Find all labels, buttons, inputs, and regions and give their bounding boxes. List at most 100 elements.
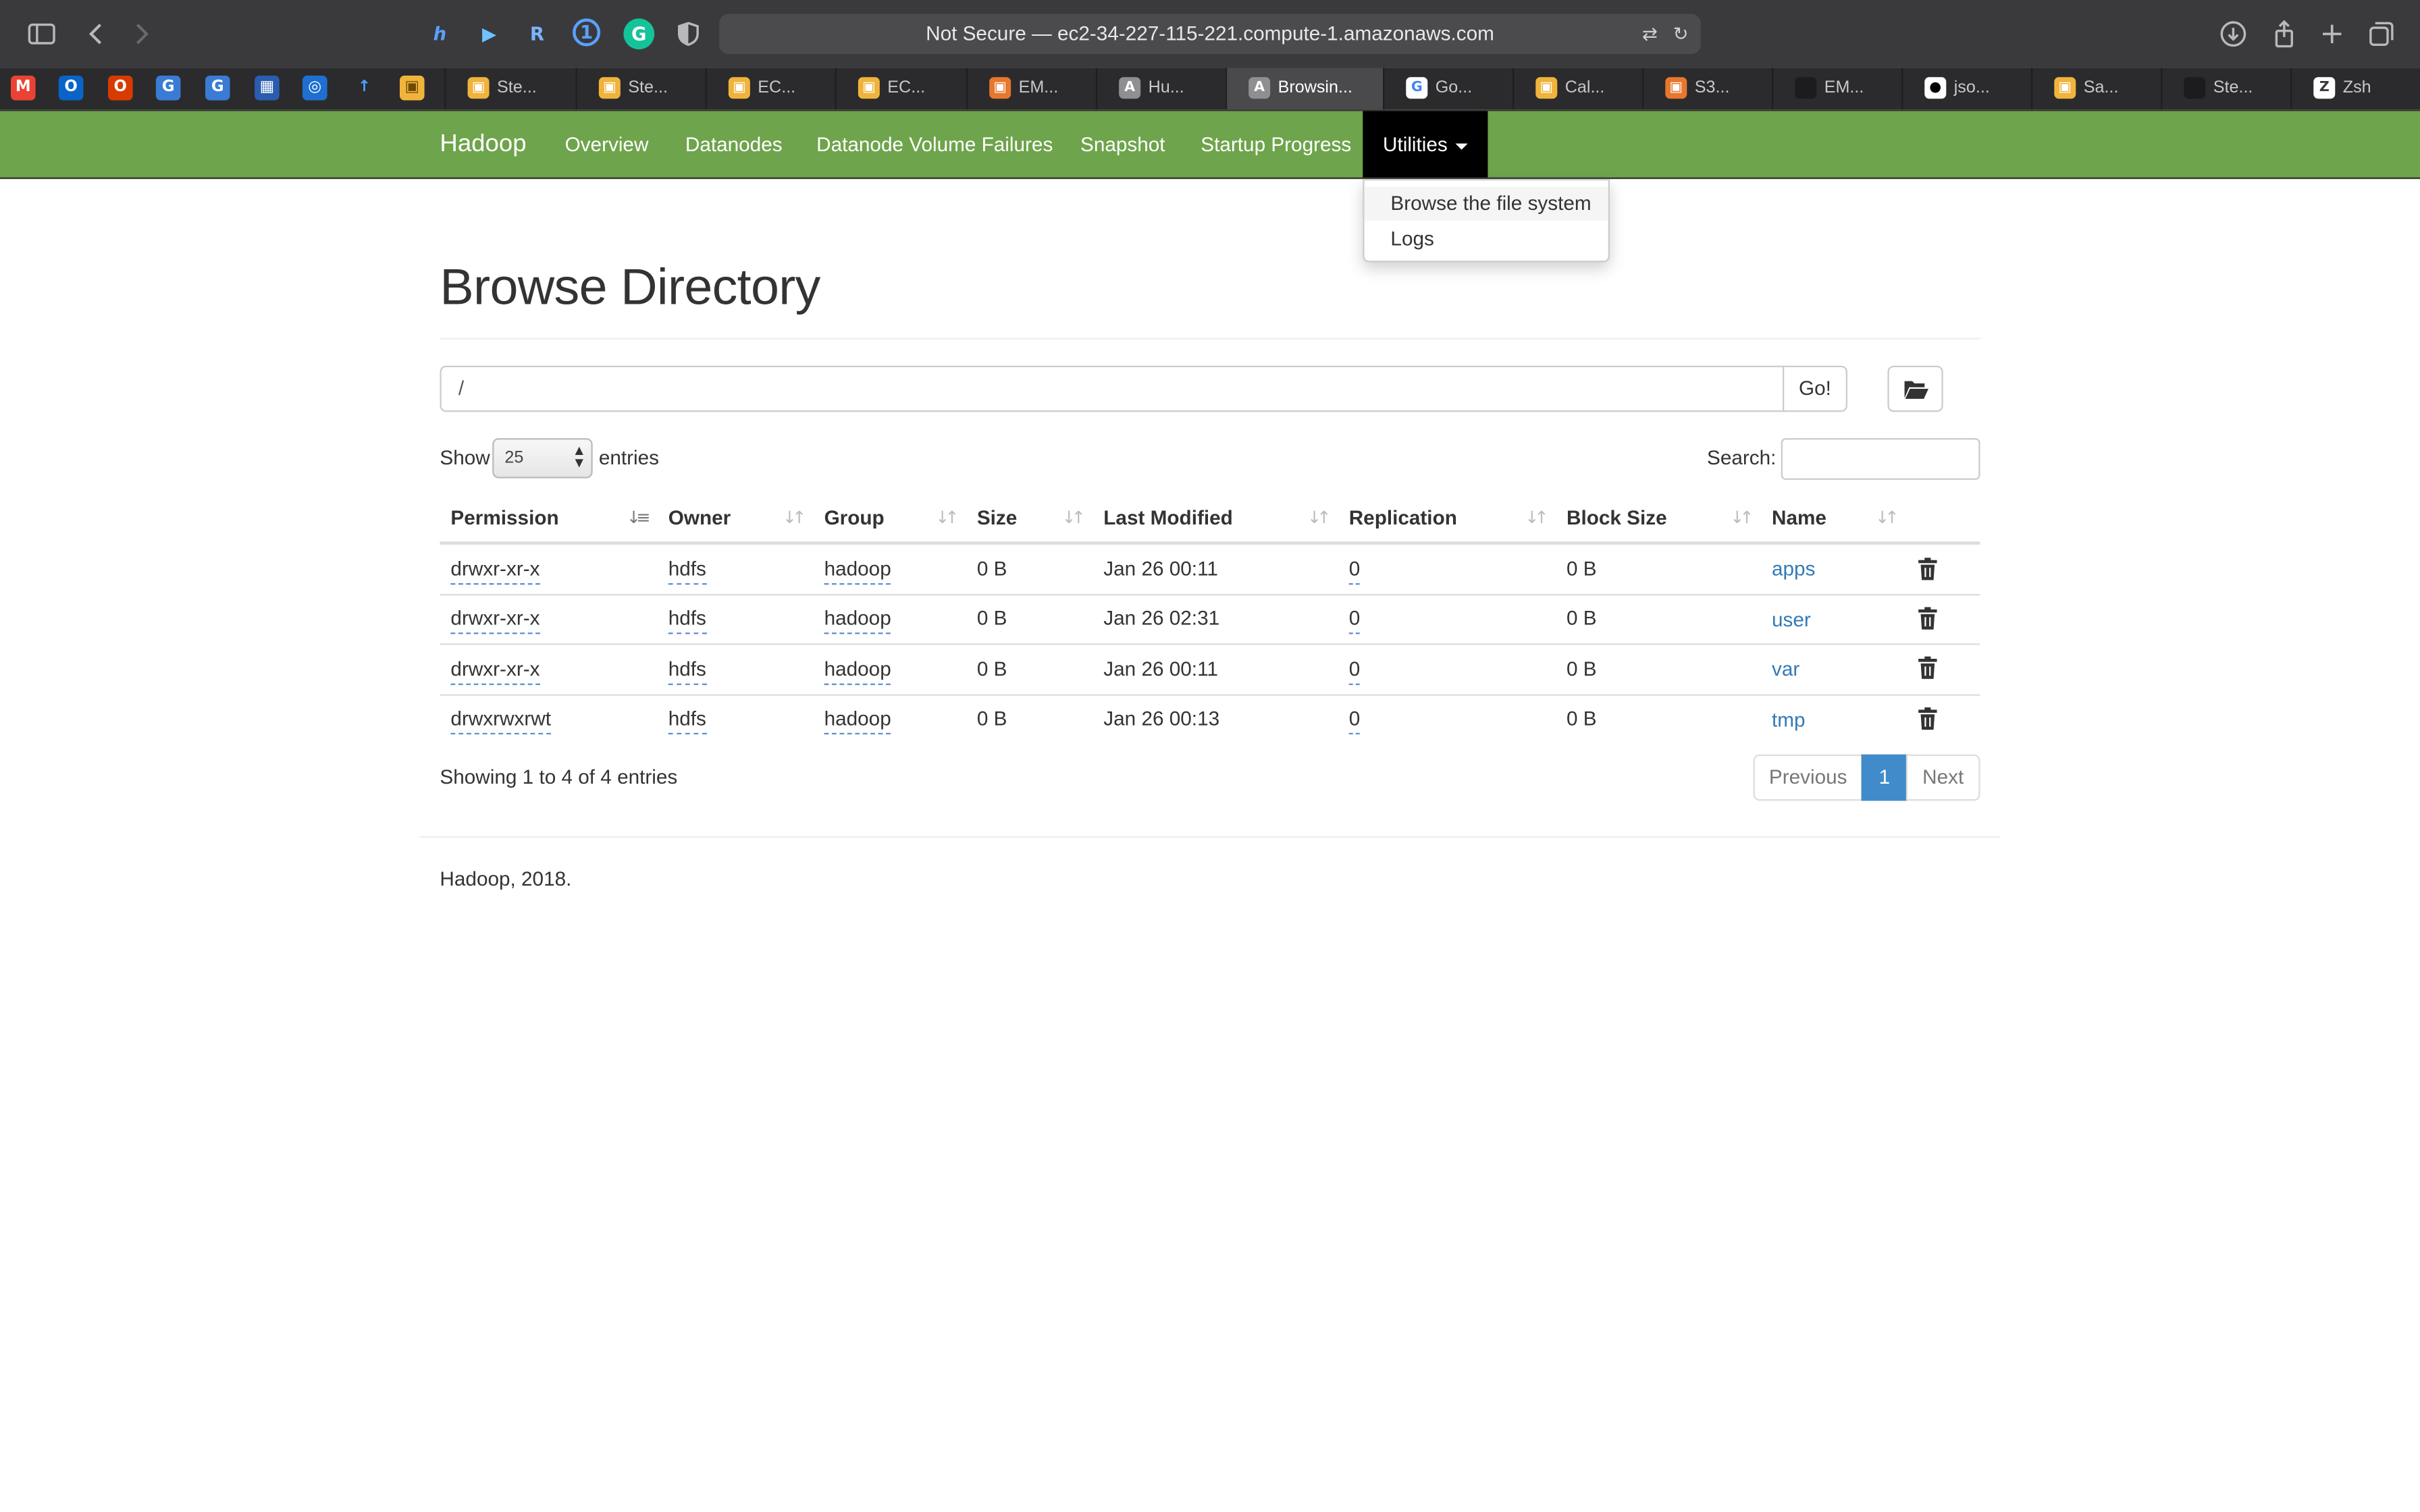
replication-cell[interactable]: 0 xyxy=(1348,654,1361,685)
share-icon[interactable] xyxy=(2269,18,2300,49)
browser-tab-6[interactable]: A Hu... xyxy=(1095,68,1226,110)
name-link[interactable]: var xyxy=(1772,654,1799,685)
menu-item-logs[interactable]: Logs xyxy=(1365,222,1608,256)
browser-tab-11[interactable]: EM... xyxy=(1772,68,1901,110)
tab-overview-icon[interactable] xyxy=(2366,18,2397,49)
letter-a-icon: A xyxy=(1248,77,1271,99)
owner-cell[interactable]: hdfs xyxy=(668,703,706,734)
column-header-size[interactable]: Size xyxy=(977,503,1017,534)
permission-cell[interactable]: drwxr-xr-x xyxy=(450,654,540,685)
group-cell[interactable]: hadoop xyxy=(824,703,891,734)
pagination-page-1[interactable]: 1 xyxy=(1861,754,1908,801)
sort-ascending-icon[interactable]: ↓≡ xyxy=(627,508,650,529)
browser-tab-10[interactable]: ▣ S3... xyxy=(1642,68,1772,110)
app-pinned-tab-icon[interactable]: ▦ xyxy=(255,76,280,101)
owner-cell[interactable]: hdfs xyxy=(668,603,706,634)
browser-tab-15[interactable]: Z Zsh xyxy=(2290,68,2420,110)
search-input[interactable] xyxy=(1781,438,1980,480)
extension-r-icon[interactable]: R xyxy=(522,18,553,49)
password-manager-icon[interactable]: 1 xyxy=(573,18,601,47)
directory-path-input[interactable]: / xyxy=(440,365,1785,412)
aws-pinned-tab-icon[interactable]: ▣ xyxy=(400,76,425,101)
column-header-permission[interactable]: Permission xyxy=(450,503,558,534)
browser-tab-4[interactable]: ▣ EC... xyxy=(835,68,966,110)
translate-icon[interactable]: ⇄ xyxy=(1642,14,1658,54)
sort-icon[interactable]: ↓↑ xyxy=(1525,508,1548,529)
pagination-previous[interactable]: Previous xyxy=(1753,754,1863,801)
permission-cell[interactable]: drwxr-xr-x xyxy=(450,554,540,585)
downloads-icon[interactable] xyxy=(2218,18,2249,49)
name-link[interactable]: apps xyxy=(1772,554,1815,585)
browser-tab-8[interactable]: G Go... xyxy=(1383,68,1512,110)
reload-icon[interactable]: ↻ xyxy=(1673,14,1689,54)
replication-cell[interactable]: 0 xyxy=(1348,554,1361,585)
column-header-replication[interactable]: Replication xyxy=(1349,503,1457,534)
outlook-pinned-tab-icon[interactable]: O xyxy=(58,76,84,101)
group-cell[interactable]: hadoop xyxy=(824,654,891,685)
grammarly-icon[interactable]: G xyxy=(623,18,655,50)
column-header-group[interactable]: Group xyxy=(824,503,885,534)
nav-overview[interactable]: Overview xyxy=(565,111,649,178)
extension-play-icon[interactable]: ▶ xyxy=(474,18,505,49)
trash-icon[interactable] xyxy=(1917,557,1939,582)
browser-tab-3[interactable]: ▣ EC... xyxy=(705,68,835,110)
group-cell[interactable]: hadoop xyxy=(824,603,891,634)
back-icon[interactable] xyxy=(80,18,111,49)
column-header-block-size[interactable]: Block Size xyxy=(1567,503,1667,534)
sidebar-toggle-icon[interactable] xyxy=(26,18,57,49)
shield-icon[interactable] xyxy=(673,18,704,49)
browser-tab-5[interactable]: ▣ EM... xyxy=(966,68,1096,110)
chart-pinned-tab-icon[interactable]: ◎ xyxy=(302,76,327,101)
browser-tab-12[interactable]: ● jso... xyxy=(1901,68,2031,110)
browser-tab-14[interactable]: Ste... xyxy=(2161,68,2290,110)
owner-cell[interactable]: hdfs xyxy=(668,554,706,585)
forward-icon[interactable] xyxy=(126,18,157,49)
nav-utilities-dropdown[interactable]: Utilities xyxy=(1363,111,1488,178)
name-link[interactable]: tmp xyxy=(1772,705,1806,736)
sort-icon[interactable]: ↓↑ xyxy=(935,508,959,529)
nav-datanodes[interactable]: Datanodes xyxy=(685,111,783,178)
select-arrows-icon: ▲ ▼ xyxy=(575,444,584,469)
replication-cell[interactable]: 0 xyxy=(1348,603,1361,634)
sort-icon[interactable]: ↓↑ xyxy=(1730,508,1754,529)
column-header-last-modified[interactable]: Last Modified xyxy=(1103,503,1233,534)
column-header-owner[interactable]: Owner xyxy=(668,503,731,534)
new-tab-icon[interactable] xyxy=(2317,18,2348,49)
name-link[interactable]: user xyxy=(1772,605,1811,636)
gmail-pinned-tab-icon[interactable]: M xyxy=(11,76,36,101)
create-directory-button[interactable] xyxy=(1887,365,1943,412)
browser-tab-13[interactable]: ▣ Sa... xyxy=(2031,68,2161,110)
sort-icon[interactable]: ↓↑ xyxy=(1307,508,1331,529)
trash-icon[interactable] xyxy=(1917,655,1939,680)
column-header-name[interactable]: Name xyxy=(1772,503,1826,534)
browser-tab-active[interactable]: A Browsin... xyxy=(1225,68,1383,110)
replication-cell[interactable]: 0 xyxy=(1348,703,1361,734)
nav-datanode-volume-failures[interactable]: Datanode Volume Failures xyxy=(816,111,1053,178)
trash-icon[interactable] xyxy=(1917,606,1939,631)
owner-cell[interactable]: hdfs xyxy=(668,654,706,685)
permission-cell[interactable]: drwxrwxrwt xyxy=(450,703,552,734)
browser-tab-9[interactable]: ▣ Cal... xyxy=(1512,68,1642,110)
office-pinned-tab-icon[interactable]: O xyxy=(108,76,133,101)
pagination-next[interactable]: Next xyxy=(1905,754,1980,801)
entries-per-page-select[interactable]: 25 ▲ ▼ xyxy=(492,438,593,479)
sort-icon[interactable]: ↓↑ xyxy=(1062,508,1086,529)
browser-tab-2[interactable]: ▣ Ste... xyxy=(575,68,706,110)
nav-startup-progress[interactable]: Startup Progress xyxy=(1201,111,1351,178)
trash-icon[interactable] xyxy=(1917,707,1939,732)
github-icon: ● xyxy=(1924,77,1947,99)
sort-icon[interactable]: ↓↑ xyxy=(1875,508,1899,529)
translate-pinned-tab-icon-2[interactable]: G xyxy=(205,76,230,101)
group-cell[interactable]: hadoop xyxy=(824,554,891,585)
address-bar[interactable]: Not Secure — ec2-34-227-115-221.compute-… xyxy=(719,14,1701,54)
extension-h-icon[interactable]: ℎ xyxy=(425,18,456,49)
browser-tab-1[interactable]: ▣ Ste... xyxy=(444,68,575,110)
nav-snapshot[interactable]: Snapshot xyxy=(1080,111,1165,178)
arrow-pinned-tab-icon[interactable]: ↑ xyxy=(352,76,377,101)
permission-cell[interactable]: drwxr-xr-x xyxy=(450,603,540,634)
go-button[interactable]: Go! xyxy=(1783,365,1848,412)
brand-link[interactable]: Hadoop xyxy=(440,111,526,178)
menu-item-browse-file-system[interactable]: Browse the file system xyxy=(1364,186,1608,221)
translate-pinned-tab-icon[interactable]: G xyxy=(155,76,181,101)
sort-icon[interactable]: ↓↑ xyxy=(783,508,806,529)
